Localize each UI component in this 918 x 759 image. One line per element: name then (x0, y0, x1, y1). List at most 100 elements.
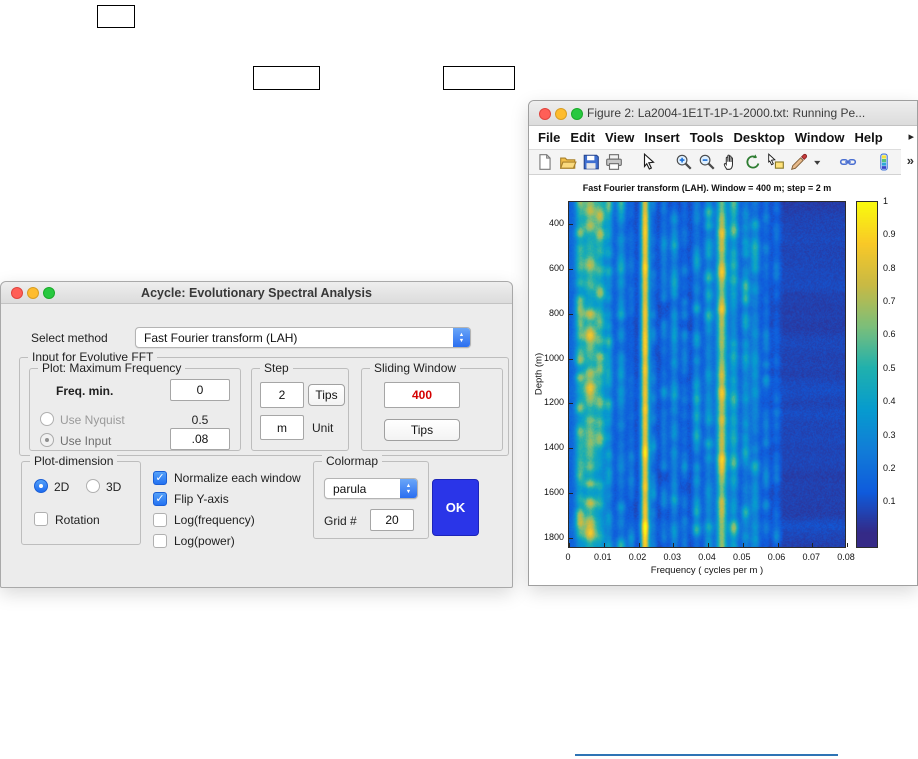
y-tick-mark (569, 448, 573, 449)
use-input-label: Use Input (60, 434, 111, 448)
dimension-3d-label: 3D (106, 480, 121, 494)
colorbar-tick-label: 0.5 (883, 363, 896, 373)
spectrogram-heatmap[interactable] (569, 202, 845, 547)
colormap-dropdown[interactable]: parula ▲▼ (324, 478, 418, 499)
unit-input[interactable]: m (260, 415, 304, 440)
menu-overflow-icon[interactable]: ▸ (908, 130, 914, 143)
pointer-icon[interactable] (640, 153, 658, 171)
figure-titlebar[interactable]: Figure 2: La2004-1E1T-1P-1-2000.txt: Run… (529, 101, 917, 126)
x-tick-label: 0.02 (621, 552, 655, 562)
colormap-dropdown-value: parula (325, 482, 400, 496)
method-dropdown[interactable]: Fast Fourier transform (LAH) ▲▼ (135, 327, 471, 348)
x-tick-label: 0.07 (794, 552, 828, 562)
empty-field-box[interactable] (443, 66, 515, 90)
y-tick-mark (569, 493, 573, 494)
data-cursor-icon[interactable] (767, 153, 785, 171)
x-tick-mark (743, 543, 744, 547)
toolbar-overflow-icon[interactable]: » (907, 153, 914, 168)
option-log-power[interactable]: Log(power) (153, 533, 235, 549)
y-tick-mark (569, 314, 573, 315)
unit-label: Unit (312, 421, 333, 435)
new-figure-icon[interactable] (536, 153, 554, 171)
option-label: Flip Y-axis (174, 492, 229, 506)
group-legend: Plot: Maximum Frequency (38, 361, 185, 375)
minimize-button[interactable] (27, 287, 39, 299)
x-tick-mark (673, 543, 674, 547)
checkbox-checked-icon[interactable] (153, 471, 167, 485)
y-tick-mark (569, 538, 573, 539)
y-tick-label: 1400 (537, 442, 564, 452)
menu-bar: File Edit View Insert Tools Desktop Window Help (529, 126, 903, 149)
insert-colorbar-icon[interactable] (877, 153, 891, 171)
brush-dropdown-icon[interactable] (813, 153, 822, 171)
colorbar (856, 201, 878, 548)
menu-window[interactable]: Window (795, 130, 845, 145)
pan-hand-icon[interactable] (721, 153, 739, 171)
zoom-in-icon[interactable] (675, 153, 693, 171)
select-method-label: Select method (31, 331, 108, 345)
colormap-group: Colormap parula ▲▼ Grid # 20 (313, 461, 429, 539)
plot-max-frequency-group: Plot: Maximum Frequency Freq. min. 0 Use… (29, 368, 241, 451)
rotation-checkbox[interactable] (34, 512, 48, 526)
y-tick-mark (569, 224, 573, 225)
menu-edit[interactable]: Edit (570, 130, 595, 145)
use-input-radio[interactable] (40, 433, 54, 447)
sliding-window-input[interactable]: 400 (384, 382, 460, 408)
step-input[interactable]: 2 (260, 382, 304, 408)
y-tick-mark (569, 359, 573, 360)
colorbar-tick-label: 0.6 (883, 329, 896, 339)
step-group: Step 2 Tips m Unit (251, 368, 349, 451)
menu-desktop[interactable]: Desktop (733, 130, 784, 145)
window-tips-button[interactable]: Tips (384, 419, 460, 441)
x-tick-label: 0.05 (725, 552, 759, 562)
rotate-3d-icon[interactable] (744, 153, 762, 171)
y-axis-label: Depth (m) (534, 353, 545, 395)
dimension-2d-radio[interactable] (34, 479, 48, 493)
checkbox-checked-icon[interactable] (153, 492, 167, 506)
grid-input[interactable]: 20 (370, 509, 414, 531)
x-tick-label: 0 (551, 552, 585, 562)
option-label: Log(frequency) (174, 513, 255, 527)
option-log-frequency[interactable]: Log(frequency) (153, 512, 255, 528)
acycle-titlebar[interactable]: Acycle: Evolutionary Spectral Analysis (1, 282, 512, 304)
print-figure-icon[interactable] (605, 153, 623, 171)
ok-button[interactable]: OK (432, 479, 479, 536)
x-tick-mark (812, 543, 813, 547)
zoom-out-icon[interactable] (698, 153, 716, 171)
brush-icon[interactable] (790, 153, 808, 171)
freq-min-input[interactable]: 0 (170, 379, 230, 401)
figure-window-title: Figure 2: La2004-1E1T-1P-1-2000.txt: Run… (587, 106, 915, 120)
menu-insert[interactable]: Insert (644, 130, 679, 145)
x-tick-mark (569, 543, 570, 547)
open-file-icon[interactable] (559, 153, 577, 171)
spectrogram-axes[interactable] (568, 201, 846, 548)
colorbar-tick-label: 0.8 (883, 263, 896, 273)
y-tick-mark (569, 403, 573, 404)
colorbar-tick-label: 0.9 (883, 229, 896, 239)
step-tips-button[interactable]: Tips (308, 384, 345, 406)
close-button[interactable] (539, 108, 551, 120)
link-plot-icon[interactable] (839, 153, 857, 171)
minimize-button[interactable] (555, 108, 567, 120)
checkbox-unchecked-icon[interactable] (153, 513, 167, 527)
option-flip-y-axis[interactable]: Flip Y-axis (153, 491, 229, 507)
use-nyquist-radio[interactable] (40, 412, 54, 426)
option-normalize-each-window[interactable]: Normalize each window (153, 470, 301, 486)
empty-field-box[interactable] (253, 66, 320, 90)
empty-field-box[interactable] (97, 5, 135, 28)
hyperlink-underline[interactable] (575, 754, 838, 756)
menu-help[interactable]: Help (854, 130, 882, 145)
save-figure-icon[interactable] (582, 153, 600, 171)
colorbar-tick-label: 0.4 (883, 396, 896, 406)
zoom-button[interactable] (43, 287, 55, 299)
menu-file[interactable]: File (538, 130, 560, 145)
close-button[interactable] (11, 287, 23, 299)
menu-view[interactable]: View (605, 130, 634, 145)
dimension-3d-radio[interactable] (86, 479, 100, 493)
menu-tools[interactable]: Tools (690, 130, 724, 145)
fft-options: Normalize each window Flip Y-axis Log(freq… (153, 470, 325, 554)
y-tick-label: 400 (537, 218, 564, 228)
max-frequency-input[interactable]: .08 (170, 428, 230, 450)
checkbox-unchecked-icon[interactable] (153, 534, 167, 548)
zoom-button[interactable] (571, 108, 583, 120)
